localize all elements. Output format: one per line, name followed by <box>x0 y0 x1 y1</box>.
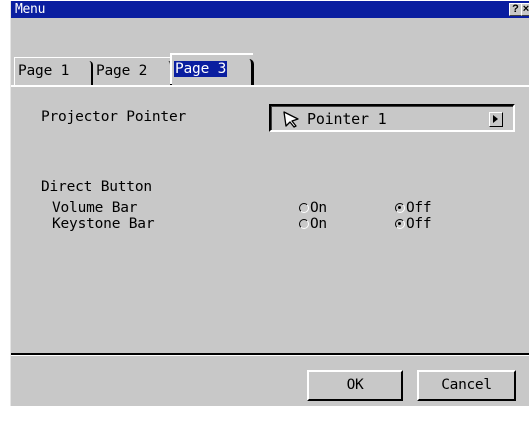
footer-divider <box>11 353 529 356</box>
radio-label: Off <box>406 200 432 216</box>
keystone-bar-off-radio[interactable]: Off <box>395 216 432 232</box>
radio-checked-icon <box>395 219 405 229</box>
volume-bar-off-radio[interactable]: Off <box>395 200 432 216</box>
radio-label: Off <box>406 216 432 232</box>
menu-dialog: Menu ? × Page 1 Page 2 Page 3 Projector … <box>10 1 529 406</box>
tab-label: Page 2 <box>96 63 148 79</box>
tab-page-3[interactable]: Page 3 <box>170 53 254 86</box>
window-title: Menu <box>15 2 46 17</box>
projector-pointer-dropdown[interactable]: Pointer 1 <box>269 104 515 132</box>
tab-label: Page 3 <box>174 61 228 77</box>
volume-bar-label: Volume Bar <box>52 200 138 216</box>
dropdown-value: Pointer 1 <box>307 110 387 128</box>
tab-label: Page 1 <box>18 63 70 79</box>
radio-checked-icon <box>395 203 405 213</box>
radio-unchecked-icon <box>299 219 309 229</box>
volume-bar-on-radio[interactable]: On <box>299 200 327 216</box>
dropdown-field: Pointer 1 <box>271 106 513 130</box>
close-button[interactable]: × <box>521 3 529 16</box>
chevron-right-icon[interactable] <box>489 112 503 127</box>
radio-label: On <box>310 216 327 232</box>
radio-label: On <box>310 200 327 216</box>
keystone-bar-label: Keystone Bar <box>52 216 155 232</box>
tab-panel-border <box>11 85 529 87</box>
tab-page-1[interactable]: Page 1 <box>14 57 93 86</box>
ok-button[interactable]: OK <box>307 370 403 401</box>
projector-pointer-label: Projector Pointer <box>41 109 187 125</box>
cancel-button[interactable]: Cancel <box>417 370 516 401</box>
radio-unchecked-icon <box>299 203 309 213</box>
arrow-pointer-icon <box>283 111 299 128</box>
tab-page-2[interactable]: Page 2 <box>93 57 172 86</box>
keystone-bar-on-radio[interactable]: On <box>299 216 327 232</box>
direct-button-label: Direct Button <box>41 179 152 195</box>
title-bar[interactable]: Menu ? × <box>11 1 529 18</box>
